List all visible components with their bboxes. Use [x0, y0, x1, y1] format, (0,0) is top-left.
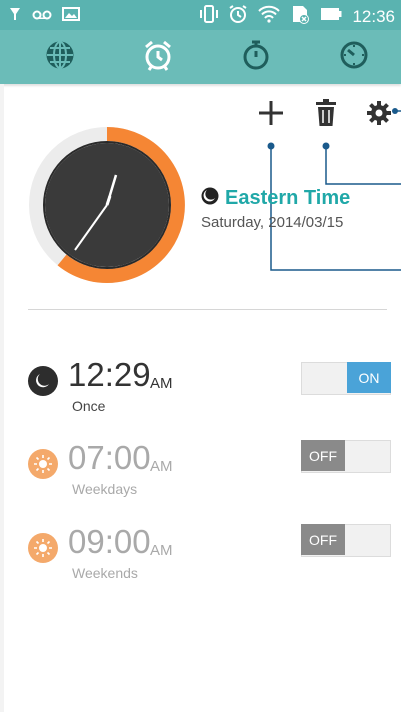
divider: [28, 309, 387, 310]
alarm-label: Once: [72, 398, 106, 414]
timezone-name: Eastern Time: [225, 187, 351, 209]
alarm-time: 07:00: [68, 439, 151, 476]
alarm-time: 12:29: [68, 356, 151, 393]
alarm-toggle[interactable]: OFF: [301, 440, 391, 473]
alarm-ampm: AM: [150, 375, 173, 392]
analog-clock: [29, 127, 185, 283]
callout-lines: [267, 108, 401, 271]
alarm-ampm: AM: [150, 542, 173, 559]
alarm-toggle[interactable]: OFF: [301, 524, 391, 557]
sun-icon: [28, 533, 58, 563]
current-date: Saturday, 2014/03/15: [201, 214, 344, 231]
alarm-label: Weekends: [72, 565, 138, 581]
alarm-label: Weekdays: [72, 481, 138, 497]
alarm-time: 09:00: [68, 523, 151, 560]
alarm-ampm: AM: [150, 458, 173, 475]
moon-icon: [201, 187, 219, 210]
alarm-item[interactable]: 12:29 AM Once ON: [28, 356, 391, 421]
moon-icon: [28, 366, 58, 396]
toggle-on-knob: ON: [347, 362, 391, 393]
alarm-item[interactable]: 09:00 AM Weekends OFF: [28, 523, 391, 588]
toggle-off-knob: OFF: [301, 440, 345, 471]
timezone-row: Eastern Time: [201, 187, 350, 210]
alarm-toggle[interactable]: ON: [301, 362, 391, 395]
sun-icon: [28, 449, 58, 479]
toggle-off-knob: OFF: [301, 524, 345, 555]
alarm-item[interactable]: 07:00 AM Weekdays OFF: [28, 439, 391, 504]
